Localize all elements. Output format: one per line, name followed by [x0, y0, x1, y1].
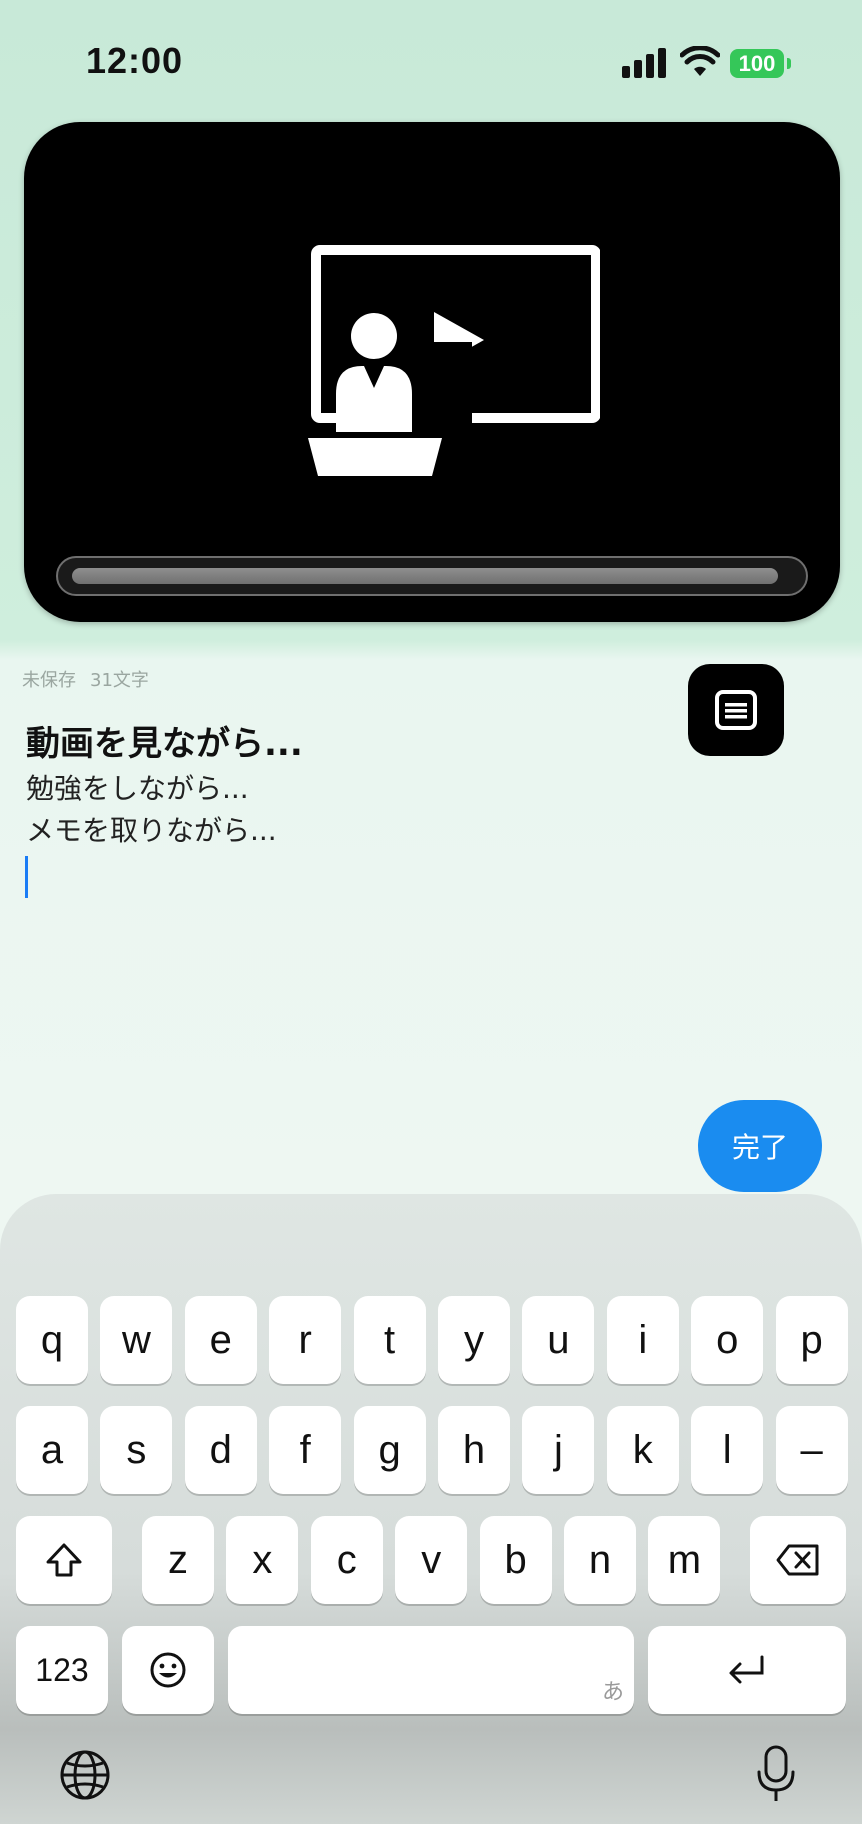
microphone-icon[interactable]	[754, 1744, 798, 1804]
status-bar: 12:00 100	[0, 0, 862, 120]
key-n[interactable]: n	[564, 1516, 636, 1604]
emoji-icon	[150, 1652, 186, 1688]
numbers-key[interactable]: 123	[16, 1626, 108, 1714]
video-lecture-icon	[308, 245, 600, 476]
battery-indicator: 100	[730, 49, 784, 78]
key-z[interactable]: z	[142, 1516, 214, 1604]
wifi-icon	[680, 46, 720, 76]
key-f[interactable]: f	[269, 1406, 342, 1494]
shift-icon	[46, 1543, 82, 1577]
key-k[interactable]: k	[606, 1406, 679, 1494]
key-s[interactable]: s	[100, 1406, 173, 1494]
key-e[interactable]: e	[184, 1296, 257, 1384]
done-button[interactable]: 完了	[698, 1100, 822, 1192]
key-v[interactable]: v	[395, 1516, 468, 1604]
battery-cap	[787, 58, 791, 69]
video-player[interactable]	[24, 122, 840, 622]
globe-icon[interactable]	[58, 1748, 112, 1802]
memo-line-1: 動画を見ながら...	[26, 724, 303, 764]
video-progress-track[interactable]	[56, 556, 808, 596]
cellular-signal-icon	[622, 48, 668, 78]
key-t[interactable]: t	[353, 1296, 426, 1384]
key-l[interactable]: l	[691, 1406, 764, 1494]
key-i[interactable]: i	[606, 1296, 679, 1384]
editor-meta: 未保存 31文字	[22, 666, 149, 692]
space-key-hint: あ	[601, 1679, 624, 1704]
key-d[interactable]: d	[184, 1406, 257, 1494]
key-j[interactable]: j	[522, 1406, 595, 1494]
emoji-key[interactable]	[122, 1626, 214, 1714]
key-c[interactable]: c	[310, 1516, 383, 1604]
memo-editor[interactable]: 動画を見ながら... 勉強をしながら... メモを取りながら...	[26, 720, 666, 852]
keyboard	[0, 1194, 862, 1824]
key-u[interactable]: u	[522, 1296, 595, 1384]
key-x[interactable]: x	[226, 1516, 299, 1604]
return-icon	[729, 1655, 764, 1684]
key-p[interactable]: p	[775, 1296, 848, 1384]
space-key[interactable]: あ	[228, 1626, 634, 1714]
backspace-key[interactable]	[750, 1516, 846, 1604]
key-y[interactable]: y	[438, 1296, 510, 1384]
save-status: 未保存	[22, 670, 76, 691]
key-r[interactable]: r	[269, 1296, 342, 1384]
return-key[interactable]	[648, 1626, 846, 1714]
key-h[interactable]: h	[438, 1406, 510, 1494]
memo-line-3: メモを取りながら...	[26, 814, 277, 847]
key-o[interactable]: o	[691, 1296, 764, 1384]
key-q[interactable]: q	[16, 1296, 88, 1384]
memo-line-2: 勉強をしながら...	[26, 772, 249, 805]
delete-icon	[776, 1544, 819, 1576]
video-progress-bar[interactable]	[72, 568, 778, 584]
shift-key[interactable]	[16, 1516, 112, 1604]
notes-button[interactable]	[688, 664, 784, 756]
key-dash[interactable]: –	[775, 1406, 848, 1494]
key-a[interactable]: a	[16, 1406, 88, 1494]
key-m[interactable]: m	[648, 1516, 721, 1604]
key-w[interactable]: w	[100, 1296, 173, 1384]
status-time: 12:00	[86, 40, 184, 81]
key-b[interactable]: b	[479, 1516, 552, 1604]
text-cursor	[25, 856, 28, 898]
document-icon	[715, 690, 757, 730]
key-g[interactable]: g	[353, 1406, 426, 1494]
character-count: 31文字	[90, 670, 149, 691]
